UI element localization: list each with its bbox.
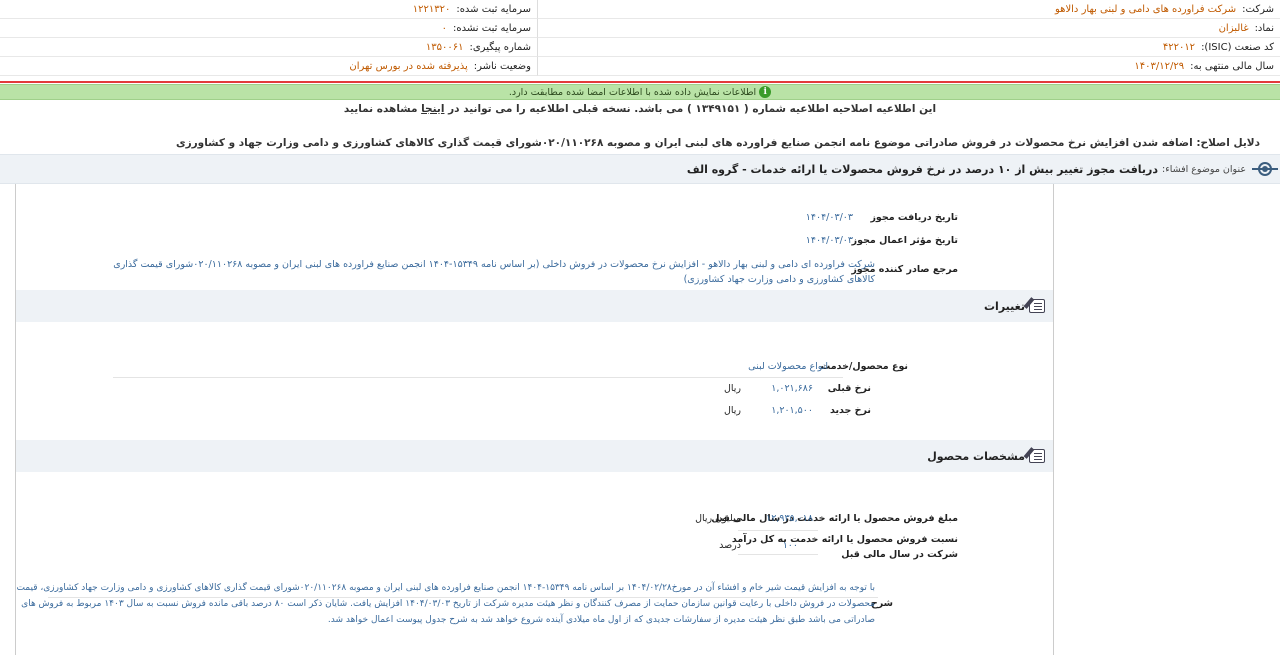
row-divider: [738, 530, 818, 531]
ratio-value: ۱۰۰: [782, 540, 798, 551]
changes-title: تغییرات: [984, 299, 1025, 313]
publisher-label: وضعیت ناشر:: [473, 60, 531, 72]
unreg-capital-row: سرمایه ثبت نشده: ۰: [0, 19, 538, 38]
new-rate-label: نرخ جدید: [829, 405, 871, 416]
subject-label: عنوان موضوع افشاء:: [1162, 163, 1246, 175]
publisher-row: وضعیت ناشر: پذیرفته شده در بورس تهران: [0, 57, 538, 76]
main-panel: تاریخ دریافت مجوز ۱۴۰۴/۰۳/۰۳ تاریخ مؤثر …: [15, 184, 1054, 655]
symbol-value[interactable]: غالبزان: [1219, 23, 1249, 34]
symbol-label: نماد:: [1254, 22, 1274, 34]
verification-text: اطلاعات نمایش داده شده با اطلاعات امضا ش…: [508, 86, 757, 98]
unreg-capital-value: ۰: [441, 22, 448, 34]
tracking-label: شماره پیگیری:: [469, 41, 531, 53]
sales-row: مبلغ فروش محصول یا ارائه خدمت در سال مال…: [16, 513, 1053, 529]
fiscal-value: ۱۴۰۳/۱۲/۲۹: [1134, 60, 1185, 72]
prev-rate-row: نرخ قبلی ۱,۰۲۱,۶۸۶ ریال: [16, 383, 1053, 399]
sales-unit: میلیون ریال: [695, 513, 741, 524]
company-value[interactable]: شرکت فراورده های دامی و لبنی بهار دالاهو: [1055, 4, 1236, 15]
tracking-value: ۱۳۵۰۰۶۱: [425, 41, 464, 53]
description-row: شرح با توجه به افزایش قیمت شیر خام و افش…: [16, 580, 1053, 632]
subject-bar: عنوان موضوع افشاء: دریافت مجوز تغییر بیش…: [0, 154, 1280, 184]
unreg-capital-label: سرمایه ثبت نشده:: [453, 22, 531, 34]
product-section-header: مشخصات محصول: [16, 440, 1053, 472]
product-type-label: نوع محصول/خدمت: [820, 361, 908, 372]
edit-note-icon: [1029, 299, 1045, 313]
new-rate-row: نرخ جدید ۱,۲۰۱,۵۰۰ ریال: [16, 405, 1053, 421]
description-line-3: صادراتی می باشد طبق نظر هیئت مدیره از سف…: [327, 615, 875, 625]
effective-date-label: تاریخ مؤثر اعمال مجوز: [851, 235, 958, 246]
target-icon: [1252, 160, 1278, 178]
info-icon: i: [759, 86, 772, 98]
publisher-value: پذیرفته شده در بورس تهران: [349, 60, 468, 72]
verification-bar: i اطلاعات نمایش داده شده با اطلاعات امضا…: [0, 84, 1280, 100]
subject-value: دریافت مجوز تغییر بیش از ۱۰ درصد در نرخ …: [686, 162, 1159, 176]
description-line-1: با توجه به افزایش قیمت شیر خام و افشاء آ…: [16, 583, 875, 593]
fiscal-row: سال مالی منتهی به: ۱۴۰۳/۱۲/۲۹: [538, 57, 1280, 76]
effective-date-row: تاریخ مؤثر اعمال مجوز ۱۴۰۴/۰۳/۰۳: [16, 235, 1053, 251]
row-divider: [113, 377, 843, 378]
reg-capital-row: سرمایه ثبت شده: ۱۲۲۱۳۲۰: [0, 0, 538, 19]
changes-section-header: تغییرات: [16, 290, 1053, 322]
company-row: شرکت: شرکت فراورده های دامی و لبنی بهار …: [538, 0, 1280, 19]
tracking-row: شماره پیگیری: ۱۳۵۰۰۶۱: [0, 38, 538, 57]
reg-capital-value: ۱۲۲۱۳۲۰: [412, 3, 451, 15]
prev-rate-unit: ریال: [723, 383, 741, 394]
sales-label: مبلغ فروش محصول یا ارائه خدمت در سال مال…: [711, 513, 958, 524]
header-divider: [0, 81, 1280, 83]
receive-date-value: ۱۴۰۴/۰۳/۰۳: [805, 212, 853, 223]
product-type-row: نوع محصول/خدمت انواع محصولات لبنی: [16, 361, 1053, 377]
new-rate-unit: ریال: [723, 405, 741, 416]
receive-date-row: تاریخ دریافت مجوز ۱۴۰۴/۰۳/۰۳: [16, 212, 1053, 228]
description-line-2: محصولات در فروش داخلی با رعایت قوانین سا…: [21, 599, 875, 609]
ratio-label-2: شرکت در سال مالی قبل: [841, 549, 958, 560]
description-text: با توجه به افزایش قیمت شیر خام و افشاء آ…: [15, 580, 875, 628]
issuer-value-line-2: کشاورزی): [683, 274, 725, 285]
amendment-text-2: مشاهده نمایید: [343, 103, 418, 115]
prev-rate-label: نرخ قبلی: [827, 383, 871, 394]
product-title: مشخصات محصول: [927, 449, 1025, 463]
new-rate-value: ۱,۲۰۱,۵۰۰: [771, 405, 813, 416]
receive-date-label: تاریخ دریافت مجوز: [870, 212, 958, 223]
fiscal-label: سال مالی منتهی به:: [1190, 60, 1274, 72]
reg-capital-label: سرمایه ثبت شده:: [456, 3, 531, 15]
row-divider: [48, 597, 878, 598]
isic-value: ۴۲۲۰۱۲: [1162, 41, 1196, 53]
isic-label: کد صنعت (ISIC):: [1201, 41, 1274, 53]
prev-rate-value: ۱,۰۲۱,۶۸۶: [771, 383, 813, 394]
company-label: شرکت:: [1242, 3, 1274, 15]
edit-note-icon: [1029, 449, 1045, 463]
issuer-row: مرجع صادر کننده مجوز شرکت فراورده ای دام…: [16, 257, 1053, 292]
amendment-note: این اطلاعیه اصلاحیه اطلاعیه شماره ( ۱۳۴۹…: [0, 103, 1280, 115]
issuer-value-line-1: شرکت فراورده ای دامی و لبنی بهار دالاهو …: [113, 259, 875, 285]
row-divider: [738, 554, 818, 555]
issuer-value: شرکت فراورده ای دامی و لبنی بهار دالاهو …: [105, 257, 875, 287]
amendment-reasons: دلایل اصلاح: اضافه شدن افزایش نرخ محصولا…: [175, 137, 1260, 149]
ratio-row: نسبت فروش محصول یا ارائه خدمت به کل درآم…: [16, 534, 1053, 564]
sales-value: ۱۲,۹۳۵,۰۱۸: [766, 513, 813, 524]
ratio-unit: درصد: [719, 540, 741, 551]
product-type-value: انواع محصولات لبنی: [748, 361, 828, 372]
isic-row: کد صنعت (ISIC): ۴۲۲۰۱۲: [538, 38, 1280, 57]
amendment-text-1: این اطلاعیه اصلاحیه اطلاعیه شماره ( ۱۳۴۹…: [448, 103, 937, 115]
ratio-label-1: نسبت فروش محصول یا ارائه خدمت به کل درآم…: [731, 534, 958, 545]
symbol-row: نماد: غالبزان: [538, 19, 1280, 38]
previous-version-link[interactable]: اینجا: [421, 103, 444, 115]
effective-date-value: ۱۴۰۴/۰۳/۰۳: [805, 235, 853, 246]
